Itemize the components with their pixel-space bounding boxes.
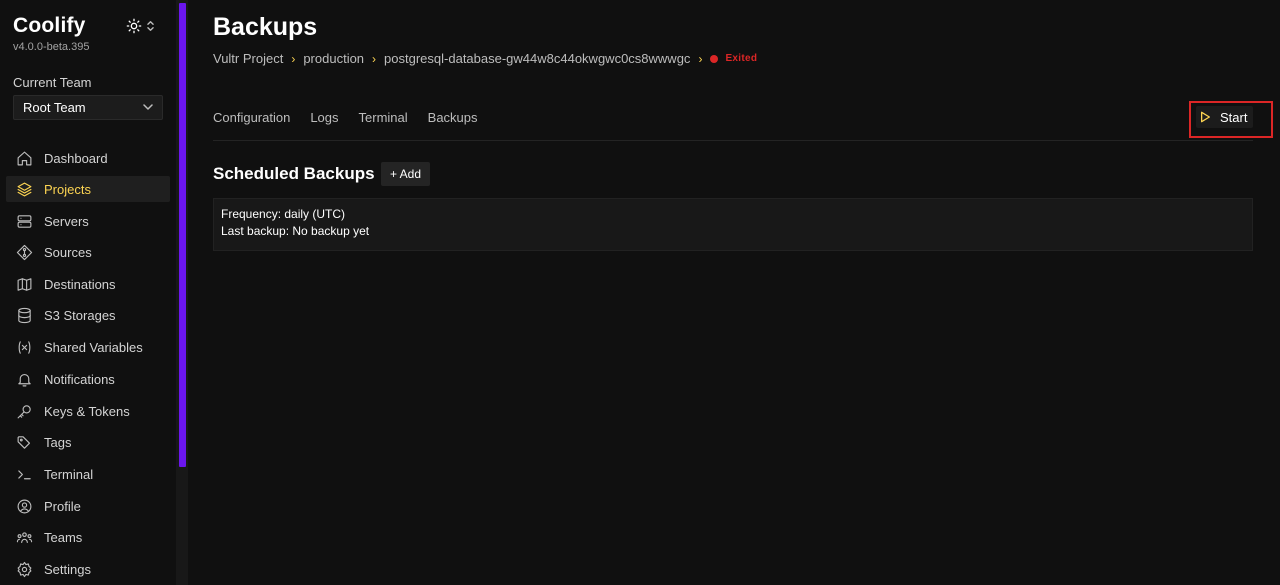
sun-icon: [126, 18, 142, 34]
sidebar-item-label: Terminal: [44, 466, 94, 482]
sidebar-item-label: Profile: [44, 498, 81, 514]
tags-icon: [15, 433, 33, 451]
layers-icon: [15, 180, 33, 198]
sidebar-item-keys-tokens[interactable]: Keys & Tokens: [6, 398, 170, 424]
sidebar-item-servers[interactable]: Servers: [6, 208, 170, 234]
sidebar-item-profile[interactable]: Profile: [6, 493, 170, 519]
gear-icon: [15, 560, 33, 578]
breadcrumb: Vultr Project › production › postgresql-…: [213, 51, 757, 66]
sidebar-item-label: Tags: [44, 434, 72, 450]
database-icon: [15, 306, 33, 324]
tab-logs[interactable]: Logs: [310, 110, 338, 125]
sidebar-item-label: Shared Variables: [44, 339, 143, 355]
chevron-right-icon: ›: [291, 51, 296, 66]
key-icon: [15, 402, 33, 420]
start-button[interactable]: Start: [1196, 106, 1253, 128]
breadcrumb-environment[interactable]: production: [303, 51, 364, 66]
page-title: Backups: [213, 13, 318, 41]
status-badge: Exited: [725, 53, 758, 64]
sidebar: Coolify v4.0.0-beta.395 Current Team Roo…: [0, 0, 176, 585]
sidebar-item-projects[interactable]: Projects: [6, 176, 170, 202]
server-icon: [15, 212, 33, 230]
backup-last-run: Last backup: No backup yet: [221, 224, 370, 238]
tab-bar: Configuration Logs Terminal Backups: [213, 110, 498, 125]
sidebar-item-settings[interactable]: Settings: [6, 556, 170, 582]
sidebar-item-label: Settings: [44, 561, 91, 577]
tab-divider: [213, 140, 1253, 141]
terminal-icon: [15, 465, 33, 483]
scheduled-backups-title: Scheduled Backups: [213, 164, 375, 183]
backup-schedule-card[interactable]: Frequency: daily (UTC) Last backup: No b…: [213, 198, 1253, 251]
tab-terminal[interactable]: Terminal: [359, 110, 408, 125]
sidebar-item-label: Projects: [44, 181, 91, 197]
chevron-right-icon: ›: [372, 51, 377, 66]
sidebar-item-label: Sources: [44, 244, 92, 260]
sidebar-item-sources[interactable]: Sources: [6, 239, 170, 265]
backup-frequency: Frequency: daily (UTC): [221, 207, 346, 221]
chevron-right-icon: ›: [698, 51, 703, 66]
sidebar-item-notifications[interactable]: Notifications: [6, 366, 170, 392]
tab-backups[interactable]: Backups: [428, 110, 478, 125]
sidebar-item-label: Destinations: [44, 276, 116, 292]
sidebar-item-dashboard[interactable]: Dashboard: [6, 145, 170, 171]
main-content: Backups Vultr Project › production › pos…: [188, 0, 1280, 585]
add-backup-button[interactable]: + Add: [381, 162, 430, 186]
team-select[interactable]: Root Team: [13, 95, 163, 120]
user-circle-icon: [15, 497, 33, 515]
team-select-value: Root Team: [23, 100, 86, 115]
current-team-label: Current Team: [13, 75, 92, 90]
sidebar-item-tags[interactable]: Tags: [6, 429, 170, 455]
sidebar-item-label: S3 Storages: [44, 307, 116, 323]
sidebar-item-label: Dashboard: [44, 150, 108, 166]
sidebar-item-label: Keys & Tokens: [44, 403, 130, 419]
git-icon: [15, 243, 33, 261]
map-icon: [15, 275, 33, 293]
chevron-down-icon: [143, 104, 153, 110]
tab-configuration[interactable]: Configuration: [213, 110, 290, 125]
sidebar-item-shared-variables[interactable]: Shared Variables: [6, 334, 170, 360]
home-icon: [15, 149, 33, 167]
chevron-up-down-icon: [147, 21, 154, 31]
sidebar-item-terminal[interactable]: Terminal: [6, 461, 170, 487]
sidebar-scrollbar-thumb[interactable]: [179, 3, 186, 467]
sidebar-item-label: Servers: [44, 213, 89, 229]
sidebar-item-label: Notifications: [44, 371, 115, 387]
status-dot-icon: [710, 54, 719, 63]
app-logo-text[interactable]: Coolify: [13, 14, 86, 38]
sidebar-item-teams[interactable]: Teams: [6, 524, 170, 550]
sidebar-item-s3-storages[interactable]: S3 Storages: [6, 302, 170, 328]
start-button-label: Start: [1220, 109, 1248, 125]
theme-toggle-button[interactable]: [126, 16, 160, 36]
variable-icon: [15, 338, 33, 356]
users-icon: [15, 528, 33, 546]
sidebar-item-destinations[interactable]: Destinations: [6, 271, 170, 297]
sidebar-item-label: Teams: [44, 529, 83, 545]
breadcrumb-resource[interactable]: postgresql-database-gw44w8c44okwgwc0cs8w…: [384, 51, 690, 66]
play-icon: [1201, 111, 1210, 123]
breadcrumb-project[interactable]: Vultr Project: [213, 51, 283, 66]
bell-icon: [15, 370, 33, 388]
app-version: v4.0.0-beta.395: [13, 41, 90, 53]
